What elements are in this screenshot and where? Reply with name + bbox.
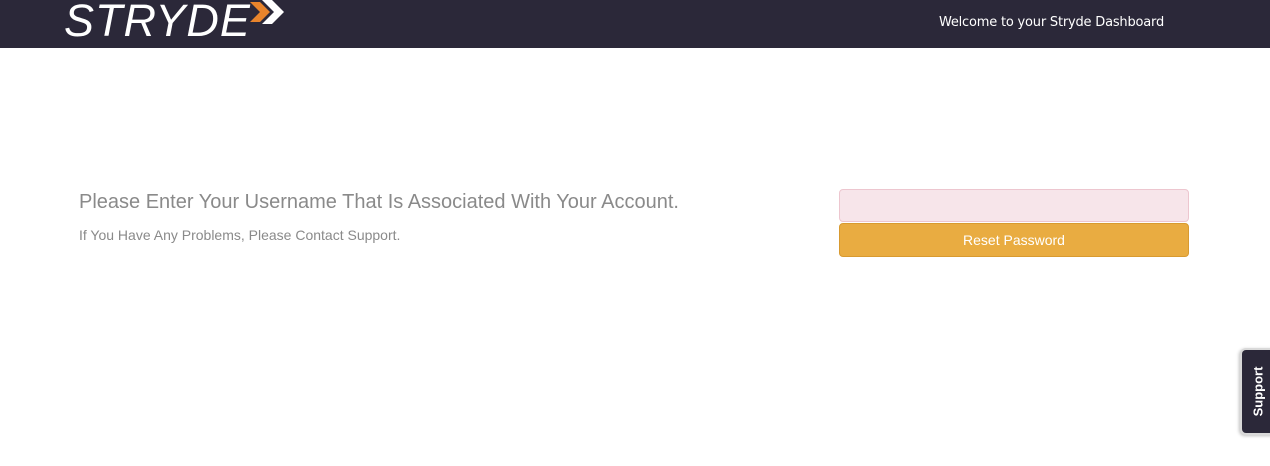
logo-text: STRYDE xyxy=(64,0,251,46)
welcome-message: Welcome to your Stryde Dashboard xyxy=(938,15,1164,30)
page-subheading: If You Have Any Problems, Please Contact… xyxy=(79,227,401,243)
reset-password-button[interactable]: Reset Password xyxy=(839,223,1189,257)
support-tab[interactable]: Support xyxy=(1240,348,1270,435)
logo-chevrons-icon xyxy=(250,0,284,24)
username-input[interactable] xyxy=(839,189,1189,222)
stryde-logo[interactable]: STRYDE xyxy=(64,0,284,48)
top-navigation-bar: STRYDE Welcome to your Stryde Dashboard xyxy=(0,0,1270,48)
support-tab-label: Support xyxy=(1250,366,1266,417)
page-heading: Please Enter Your Username That Is Assoc… xyxy=(79,191,679,213)
